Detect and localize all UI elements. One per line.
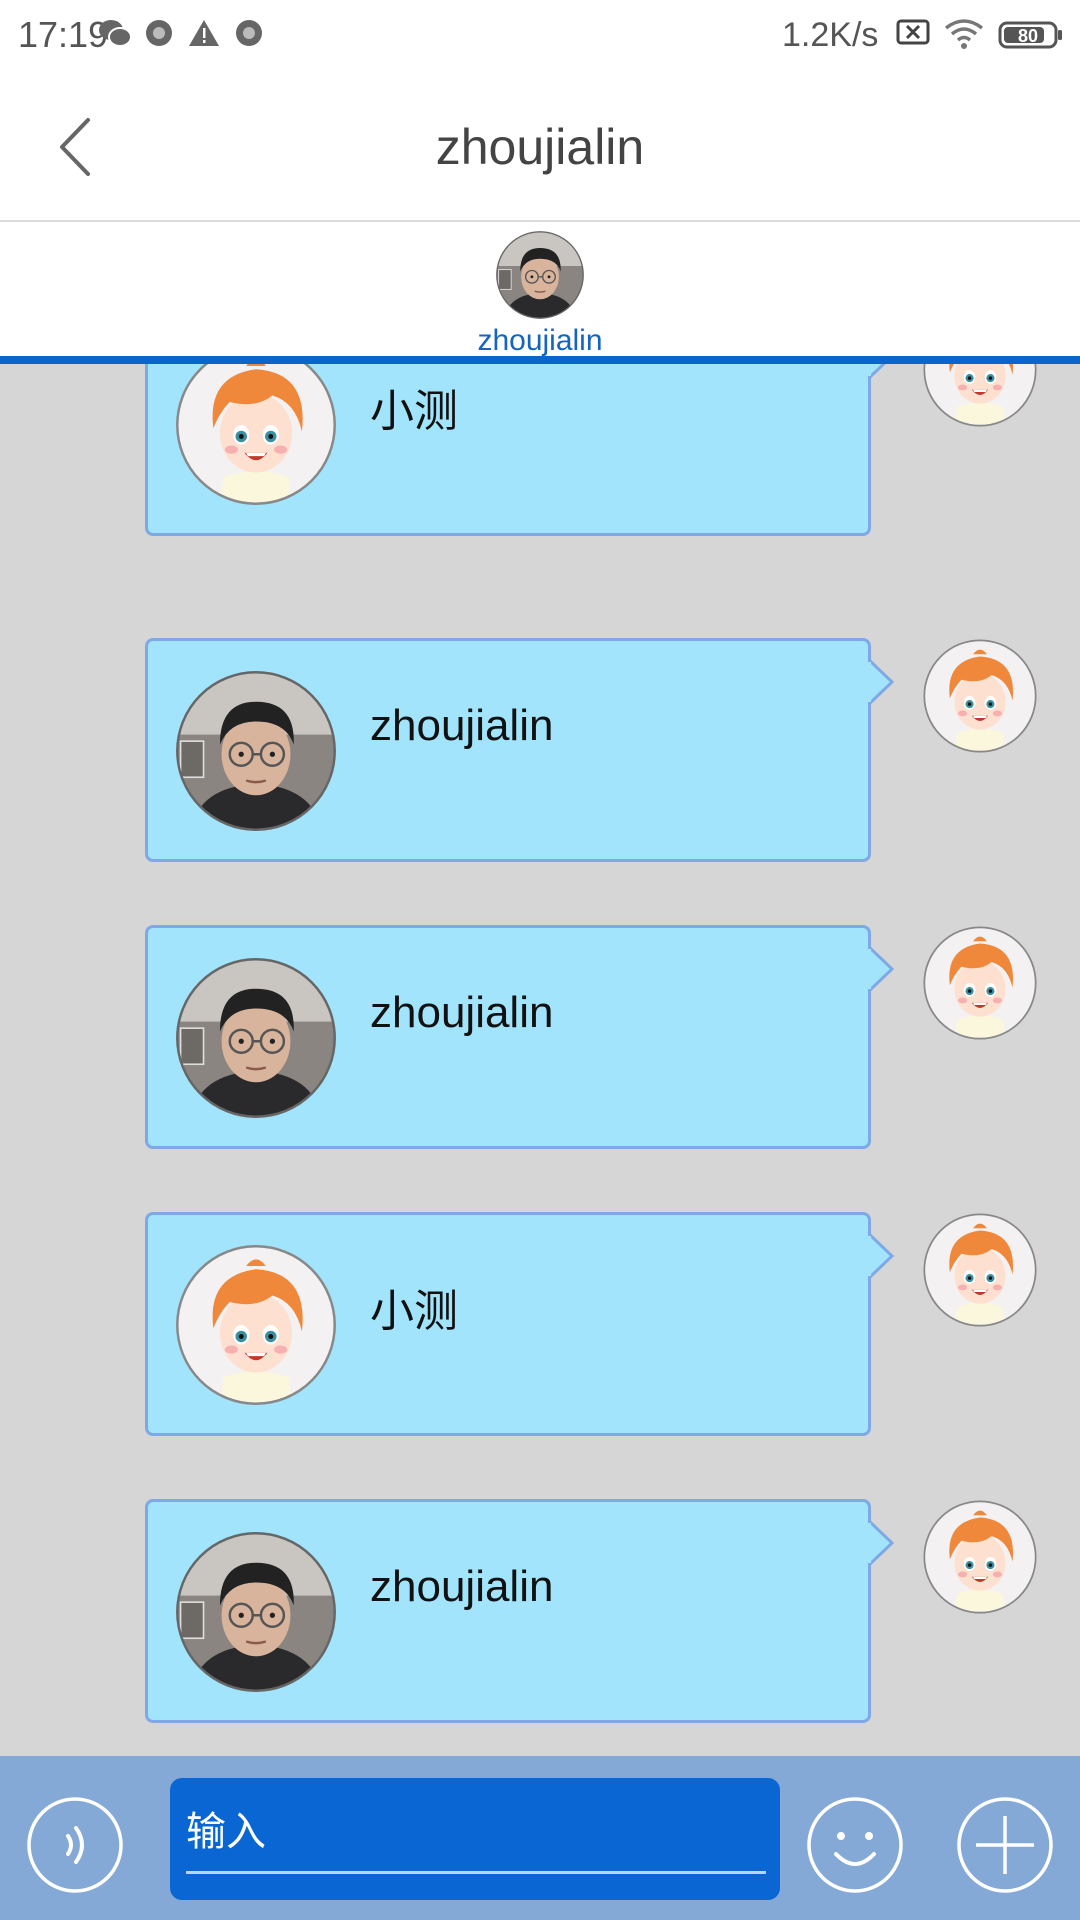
message-bubble[interactable]: zhoujialin xyxy=(145,925,894,1149)
message-text: 小测 xyxy=(370,387,458,436)
bubble-tail xyxy=(868,1233,894,1279)
message-input-container xyxy=(170,1778,780,1900)
list-item: zhoujialin xyxy=(0,638,1080,868)
plus-icon[interactable] xyxy=(956,1796,1054,1894)
participants-strip: zhoujialin xyxy=(0,222,1080,364)
warning-icon xyxy=(189,20,219,46)
bubble-tail xyxy=(868,946,894,992)
battery-icon: 80 xyxy=(998,21,1062,49)
message-text: zhoujialin xyxy=(370,988,554,1037)
chat-screen: 17:19 1.2K/s 80 zhoujialin zhoujialin 小测… xyxy=(0,0,1080,1920)
message-input[interactable] xyxy=(186,1794,766,1874)
sender-avatar xyxy=(174,364,338,507)
message-bubble[interactable]: 小测 xyxy=(145,1212,894,1436)
avatar[interactable] xyxy=(922,638,1038,754)
network-speed: 1.2K/s xyxy=(782,16,879,54)
message-bubble[interactable]: 小测 xyxy=(145,364,886,536)
circle-notification-icon xyxy=(146,20,172,46)
bubble-tail xyxy=(868,1520,894,1566)
message-bubble[interactable]: zhoujialin xyxy=(145,1499,894,1723)
message-text: 小测 xyxy=(370,1287,458,1336)
avatar[interactable] xyxy=(922,1499,1038,1615)
avatar[interactable] xyxy=(922,1212,1038,1328)
list-item: zhoujialin xyxy=(0,925,1080,1155)
avatar[interactable] xyxy=(922,364,1038,428)
emoji-icon[interactable] xyxy=(806,1796,904,1894)
page-title: zhoujialin xyxy=(435,119,645,175)
bubble-tail xyxy=(868,364,886,379)
voice-icon[interactable] xyxy=(26,1796,124,1894)
sender-avatar xyxy=(174,1530,338,1694)
status-bar: 17:19 1.2K/s 80 xyxy=(0,0,1080,72)
wifi-icon xyxy=(944,19,984,49)
message-list[interactable]: 小测 zhoujialin zhoujialin 小测 zhoujialin xyxy=(0,364,1080,1756)
list-item: 小测 xyxy=(0,364,1080,542)
title-bar: zhoujialin xyxy=(0,72,1080,222)
circle-notification-icon xyxy=(236,20,262,46)
list-item: zhoujialin xyxy=(0,1499,1080,1729)
message-bubble[interactable]: zhoujialin xyxy=(145,638,894,862)
sender-avatar xyxy=(174,956,338,1120)
message-text: zhoujialin xyxy=(370,701,554,750)
input-bar xyxy=(0,1756,1080,1920)
avatar xyxy=(495,230,585,320)
sim-x-icon xyxy=(896,19,930,45)
sender-avatar xyxy=(174,669,338,833)
sender-avatar xyxy=(174,1243,338,1407)
battery-level: 80 xyxy=(1018,26,1038,46)
avatar[interactable] xyxy=(922,925,1038,1041)
list-item: 小测 xyxy=(0,1212,1080,1442)
bubble-tail xyxy=(868,659,894,705)
participant-item[interactable]: zhoujialin xyxy=(460,230,620,358)
wechat-icon xyxy=(99,20,132,47)
message-text: zhoujialin xyxy=(370,1562,554,1611)
status-time: 17:19 xyxy=(18,14,109,55)
participant-name: zhoujialin xyxy=(477,324,603,357)
